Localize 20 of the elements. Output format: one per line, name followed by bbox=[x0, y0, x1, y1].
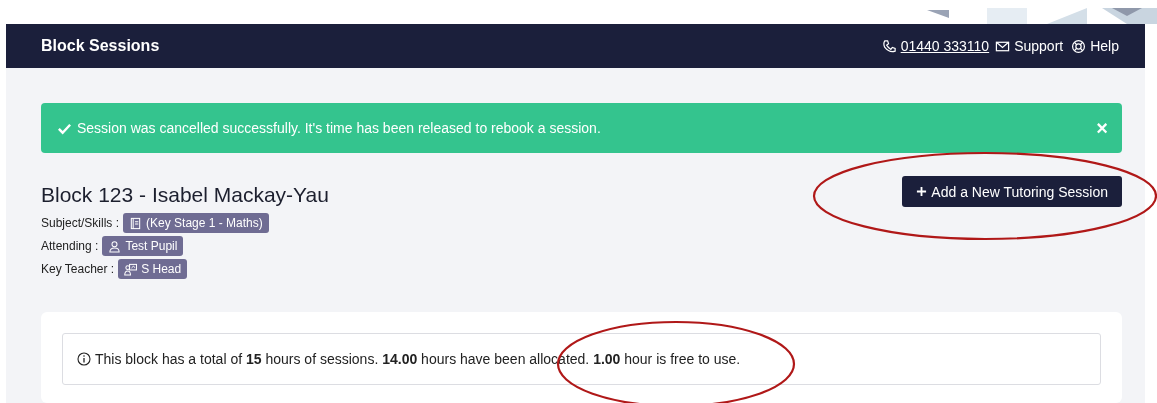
app-title: Block Sessions bbox=[41, 37, 160, 55]
block-title: Block 123 - Isabel Mackay-Yau bbox=[41, 183, 329, 207]
detail-label: Key Teacher : bbox=[41, 262, 115, 276]
phone-icon bbox=[881, 38, 897, 54]
nav-link[interactable]: Help bbox=[1090, 38, 1119, 54]
add-session-button[interactable]: Add a New Tutoring Session bbox=[902, 176, 1122, 207]
detail-tag: (Key Stage 1 - Maths) bbox=[123, 213, 269, 233]
detail-tag: Test Pupil bbox=[102, 236, 184, 256]
detail-label: Attending : bbox=[41, 239, 99, 253]
teacher-icon bbox=[124, 262, 138, 276]
phone-link[interactable]: 01440 333110 bbox=[900, 38, 990, 54]
person-icon bbox=[108, 239, 122, 253]
plus-icon bbox=[916, 186, 928, 197]
nav-link[interactable]: Support bbox=[1014, 38, 1064, 54]
lifebuoy-icon bbox=[1071, 38, 1087, 54]
info-icon bbox=[77, 352, 91, 366]
detail-tag: S Head bbox=[118, 259, 188, 279]
detail-label: Subject/Skills : bbox=[41, 216, 120, 230]
book-icon bbox=[129, 216, 143, 230]
alert-message: Session was cancelled successfully. It's time has been released to rebook a session. bbox=[77, 120, 602, 136]
